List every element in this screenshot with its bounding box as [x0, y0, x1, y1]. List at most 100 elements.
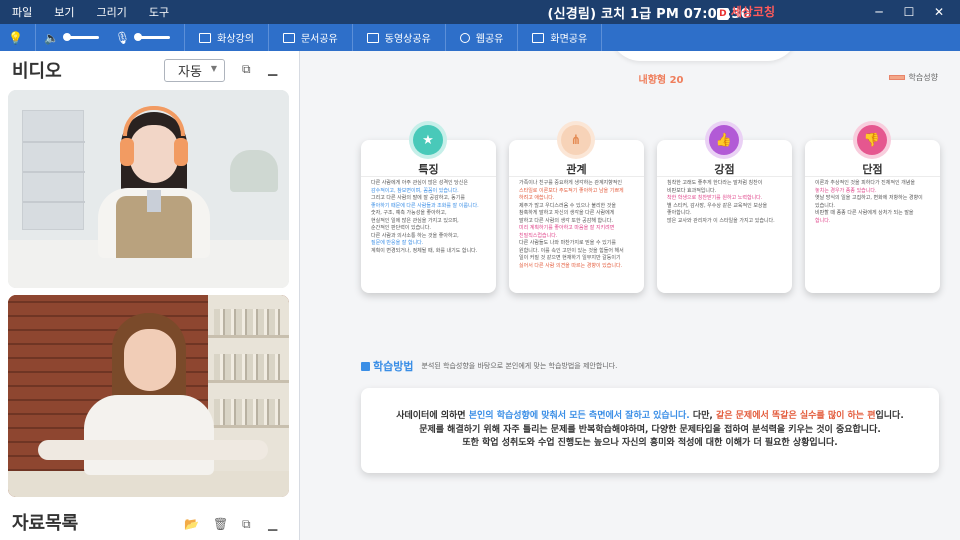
lightbulb-icon[interactable]: 💡 [8, 31, 23, 45]
screen-icon [532, 32, 545, 43]
video-lecture-label: 화상강의 [217, 34, 254, 45]
trait-cards: ★ 특징 다른 사람에게 아주 관심이 많은 성격인 당신은 감수적이고, 참보면… [361, 125, 940, 293]
books [214, 399, 280, 425]
card-text-line: 원합니다. 이를 속인 고민이 있는 것을 힘들어 해서 [519, 247, 624, 254]
document-icon [282, 32, 295, 43]
card-text-line: 착한 학생으로 칭찬받기를 원하고 노력합니다. [667, 195, 763, 201]
card-text-line: 친밀직스럽습니다. [519, 232, 558, 239]
window-restore-icon[interactable]: ⧉ [242, 62, 251, 77]
card-text-line: 이론과 추상적인 것을 피하다가 진체적인 개념을 [815, 180, 915, 186]
logo-mark-icon: D [716, 8, 729, 20]
screen-share-button[interactable]: 화면공유 [518, 24, 603, 51]
video-feed-student[interactable] [8, 90, 289, 288]
minimize-icon[interactable]: ─ [864, 2, 894, 22]
files-panel-header: 자료목록 📂 🗑 ⧉ ▁ [0, 504, 300, 540]
card-text-line: 싫어서 다른 사람 의견을 따르는 경향이 있습니다. [519, 262, 623, 269]
folder-icon[interactable]: 📂 [184, 517, 199, 531]
card-text-line: 다른 사람과 의사소통 하는 것을 좋아하고, [371, 232, 459, 239]
card-title: 특징 [418, 163, 439, 176]
screen-share-label: 화면공유 [550, 34, 588, 45]
card-text-line: 말하고 다른 사람의 생각 또한 공감해 합니다. [519, 217, 613, 224]
summary-segment: 문제를 해결하기 위해 자주 틀리는 문제를 반복학습해야하며, 다양한 문제타… [419, 424, 881, 435]
thumbs-down-icon: 👎 [857, 125, 887, 155]
menu-view[interactable]: 보기 [54, 4, 74, 20]
maximize-icon[interactable]: ☐ [894, 2, 924, 22]
menu-file[interactable]: 파일 [12, 4, 32, 20]
window-controls: ─ ☐ ✕ [864, 2, 954, 22]
card-strengths: 👍 강점 침착한 고래도 좋추게 한다라는 말처럼 칭찬이 비판보다 효과적입니다… [657, 125, 792, 293]
card-text-line: 현실적인 일에 많은 관심을 가지고 있으며, [371, 217, 459, 224]
card-text-line: 스타일로 이론보다 주도적기 좋아하고 남을 기쁘게 [519, 187, 624, 194]
card-relationships: ⋔ 관계 가족이나 친구를 중요하게 생각하는 관계지향적인 스타일로 이론보다 … [509, 125, 644, 293]
minimize-panel-icon[interactable]: ▁ [268, 62, 277, 76]
web-share-button[interactable]: 웹공유 [446, 24, 519, 51]
learning-method-title: 학습방법 [373, 360, 414, 373]
summary-segment: 또한 학업 성취도와 수업 진행도는 높으나 자신의 흥미와 적성에 대한 이해… [462, 438, 838, 448]
menu-draw[interactable]: 그리기 [97, 4, 127, 20]
summary-segment: 사데이터에 의하면 [396, 411, 469, 421]
close-icon[interactable]: ✕ [924, 2, 954, 22]
mic-volume-slider[interactable] [134, 33, 171, 41]
chevron-down-icon: ▼ [210, 64, 217, 73]
card-weaknesses: 👎 단점 이론과 추상적인 것을 피하다가 진체적인 개념을 놓치는 경우가 종종… [805, 125, 940, 293]
bookshelf [22, 110, 85, 230]
card-body: 침착한 고래도 좋추게 한다라는 말처럼 칭찬이 비판보다 효과적입니다. 착한 학… [667, 180, 785, 225]
document-share-button[interactable]: 문서공유 [269, 24, 353, 51]
summary-line: 또한 학업 성취도와 수업 진행도는 높으나 자신의 흥미와 적성에 대한 이해… [371, 437, 929, 451]
card-text-line: 그리고 다른 사람의 말에 잘 공감하고, 동기를 [371, 195, 465, 201]
slider-knob[interactable] [134, 33, 143, 41]
microphone-icon[interactable]: 🎙 [115, 31, 130, 45]
card-text-line: 좋아하기 때문에 다른 사람들과 조화를 잘 이룹니다. [371, 202, 479, 209]
legend: 학습성향 [888, 72, 938, 83]
play-icon [366, 32, 379, 43]
card-text-line: 제주가 많고 우디스러움 수 있으나 불리한 것을 [519, 202, 616, 209]
personality-type-title: 내향형 20 [638, 75, 684, 86]
title-bar: 파일 보기 그리기 도구 (신경림) 코치 1급 PM 07:01:30 D 세상… [0, 0, 960, 24]
headphone-left [120, 138, 134, 166]
speaker-icon[interactable]: 🔈 [44, 31, 59, 45]
summary-segment: 다만, [689, 411, 716, 421]
app-window: 파일 보기 그리기 도구 (신경림) 코치 1급 PM 07:01:30 D 세상… [0, 0, 960, 540]
summary-segment: 본인의 학습성향에 맞춰서 모든 측면에서 잘하고 있습니다. [468, 411, 690, 421]
video-lecture-button[interactable]: 화상강의 [185, 24, 269, 51]
card-text-line: 있습니다. [815, 202, 835, 209]
window-restore-icon[interactable]: ⧉ [242, 517, 251, 532]
files-panel-title: 자료목록 [12, 513, 79, 534]
coach-face [124, 329, 176, 391]
slider-knob[interactable] [62, 33, 71, 41]
menu-tools[interactable]: 도구 [149, 4, 169, 20]
card-text-line: 감수적이고, 참보면이며, 꼼꼼이 있습니다. [371, 187, 459, 194]
summary-segment: 같은 문제에서 똑같은 실수를 많이 하는 편 [715, 411, 876, 421]
card-body: 이론과 추상적인 것을 피하다가 진체적인 개념을 놓치는 경우가 종종 있습니다… [815, 180, 933, 225]
brand-logo: D 세상코칭 [716, 3, 775, 20]
shared-document-view[interactable]: 내향형 20 학습성향 ★ 특징 다른 사람에게 아주 관심이 많은 성격인 당… [301, 51, 960, 540]
video-share-button[interactable]: 동영상공유 [353, 24, 446, 51]
minimize-panel-icon[interactable]: ▁ [268, 517, 277, 531]
web-share-label: 웹공유 [475, 34, 504, 45]
trash-icon[interactable]: 🗑 [213, 517, 228, 531]
books [214, 354, 280, 380]
card-text-line: 미리 계획하기를 좋아하고 마음을 잘 지키려면 [519, 225, 615, 231]
card-title: 관계 [566, 163, 587, 176]
card-text-line: 침착한 고래도 좋추게 한다라는 말처럼 칭찬이 [667, 180, 763, 186]
menu-bar: 파일 보기 그리기 도구 [0, 4, 191, 20]
card-text-line: 참혹하게 말하고 자신의 생각을 다른 사람에게 [519, 210, 615, 216]
card-text-line: 다른 사람들도 나와 마찬가지로 믿을 수 있기를 [519, 240, 616, 246]
video-layout-select[interactable]: 자동 ▼ [164, 59, 225, 82]
card-title: 단점 [862, 163, 883, 176]
speaker-volume-slider[interactable] [62, 33, 99, 41]
learning-method-description: 분석된 학습성향을 바탕으로 본인에게 맞는 학습방법을 제안합니다. [421, 362, 618, 370]
chart-arc-decoration [609, 51, 799, 61]
card-divider [361, 176, 496, 177]
card-text-line: 일이 커질 것 같으면 현재하기 일부지만 갈등이기 [519, 255, 621, 261]
card-text-line: 많은 교사와 관리자가 이 스타일을 가지고 있습니다. [667, 217, 775, 224]
student-tie [147, 190, 161, 212]
video-panel-title: 비디오 [12, 61, 62, 82]
toolbar: 💡 🔈 🎙 화상강의 문서공유 동영상공유 웹공유 화면공유 [0, 24, 960, 51]
legend-swatch [888, 75, 905, 80]
headphone-right [174, 138, 188, 166]
video-feed-coach[interactable] [8, 295, 289, 497]
coach-arms [38, 440, 268, 460]
network-icon: ⋔ [561, 125, 591, 155]
card-text-line: 좋아합니다. [667, 210, 692, 216]
